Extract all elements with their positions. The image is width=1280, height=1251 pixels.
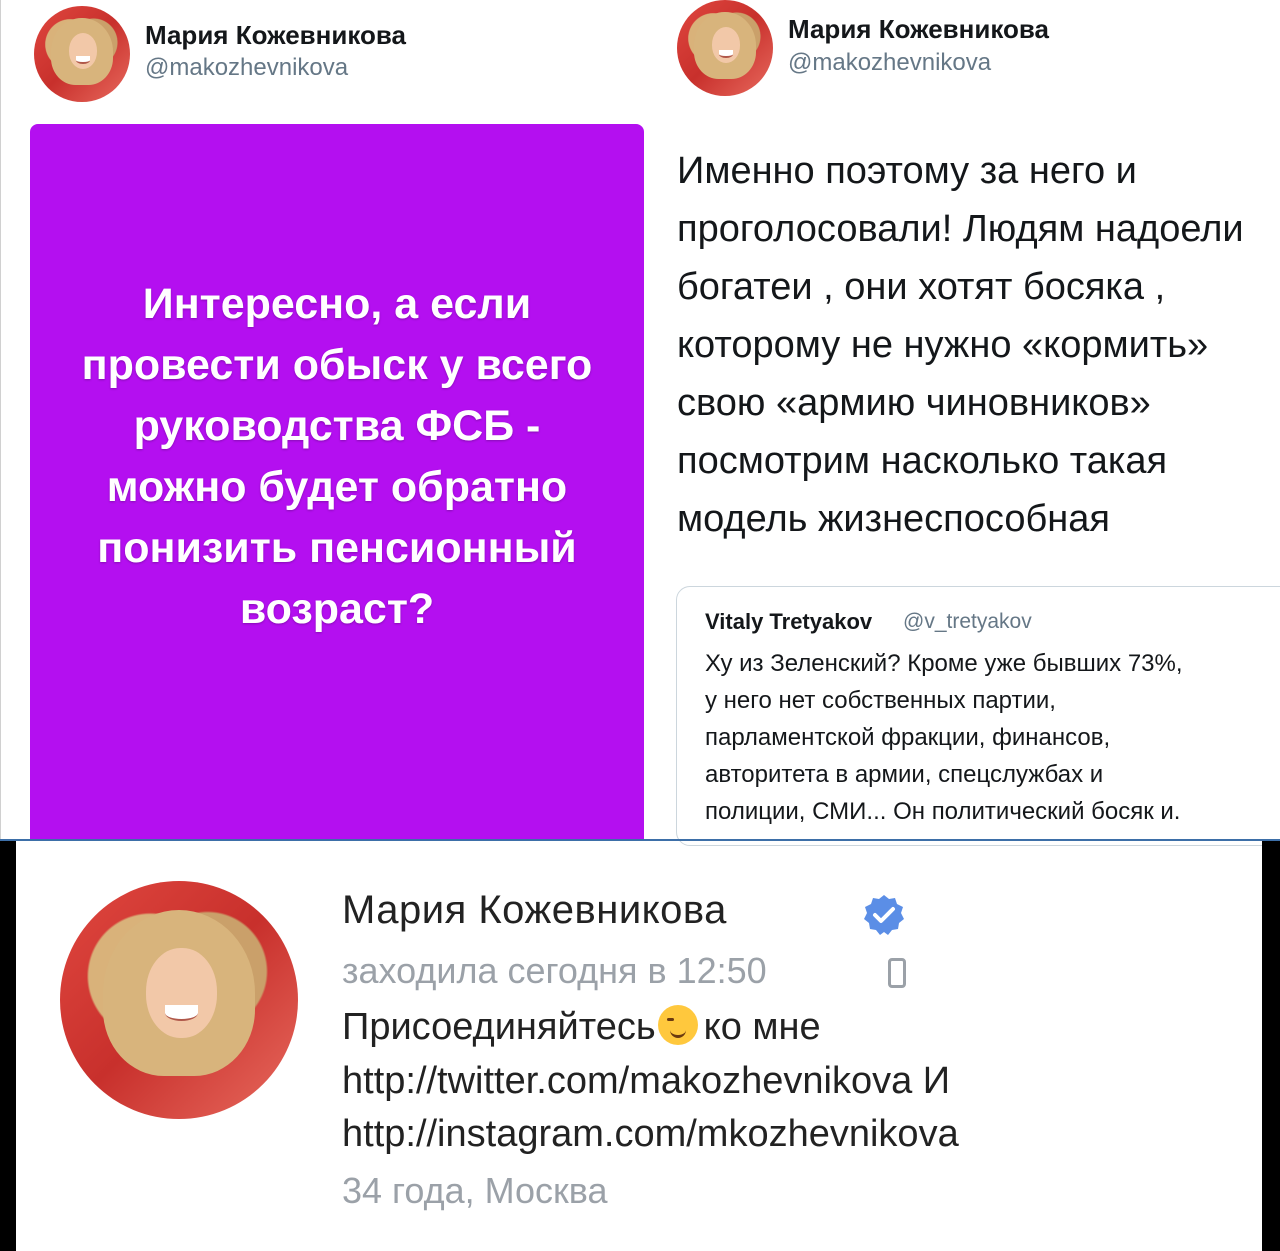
status-text-after: ко мне xyxy=(703,1006,821,1048)
profile-name: Мария Кожевникова xyxy=(342,888,727,932)
twitter-link[interactable]: http://twitter.com/makozhevnikova И xyxy=(342,1060,950,1103)
quoted-author-name: Vitaly Tretyakov xyxy=(705,609,873,634)
author-handle-left[interactable]: @makozhevnikova xyxy=(145,54,348,82)
black-border-right xyxy=(1262,841,1280,1251)
profile-avatar[interactable] xyxy=(60,881,298,1119)
instagram-link[interactable]: http://instagram.com/mkozhevnikova xyxy=(342,1113,959,1156)
avatar-right[interactable] xyxy=(677,0,773,96)
verified-badge-icon xyxy=(864,895,904,935)
winking-face-icon xyxy=(657,1005,698,1045)
tweet-image[interactable]: Интересно, а если провести обыск у всего… xyxy=(30,124,644,840)
quoted-tweet[interactable]: Vitaly Tretyakov @v_tretyakov Ху из Зеле… xyxy=(676,586,1280,846)
age-city: 34 года, Москва xyxy=(342,1170,608,1211)
author-name-right[interactable]: Мария Кожевникова xyxy=(788,14,1049,45)
section-divider xyxy=(0,839,1280,841)
tweet-text: Именно поэтому за него и проголосовали! … xyxy=(677,150,1244,540)
quoted-author-handle: @v_tretyakov xyxy=(903,610,1032,633)
left-border-line xyxy=(0,0,1,839)
author-handle-right[interactable]: @makozhevnikova xyxy=(788,49,991,77)
black-border-left xyxy=(0,841,16,1251)
quoted-tweet-text: Ху из Зеленский? Кроме уже бывших 73%, у… xyxy=(705,650,1183,825)
last-seen-status: заходила сегодня в 12:50 xyxy=(342,950,767,991)
status-text-before: Присоединяйтесь xyxy=(342,1006,656,1048)
tweet-image-text: Интересно, а если провести обыск у всего… xyxy=(81,280,593,633)
author-name-left[interactable]: Мария Кожевникова xyxy=(145,20,406,51)
phone-icon xyxy=(888,958,906,988)
profile-status: Присоединяйтесь ко мне xyxy=(342,1005,821,1049)
avatar-left[interactable] xyxy=(34,6,130,102)
